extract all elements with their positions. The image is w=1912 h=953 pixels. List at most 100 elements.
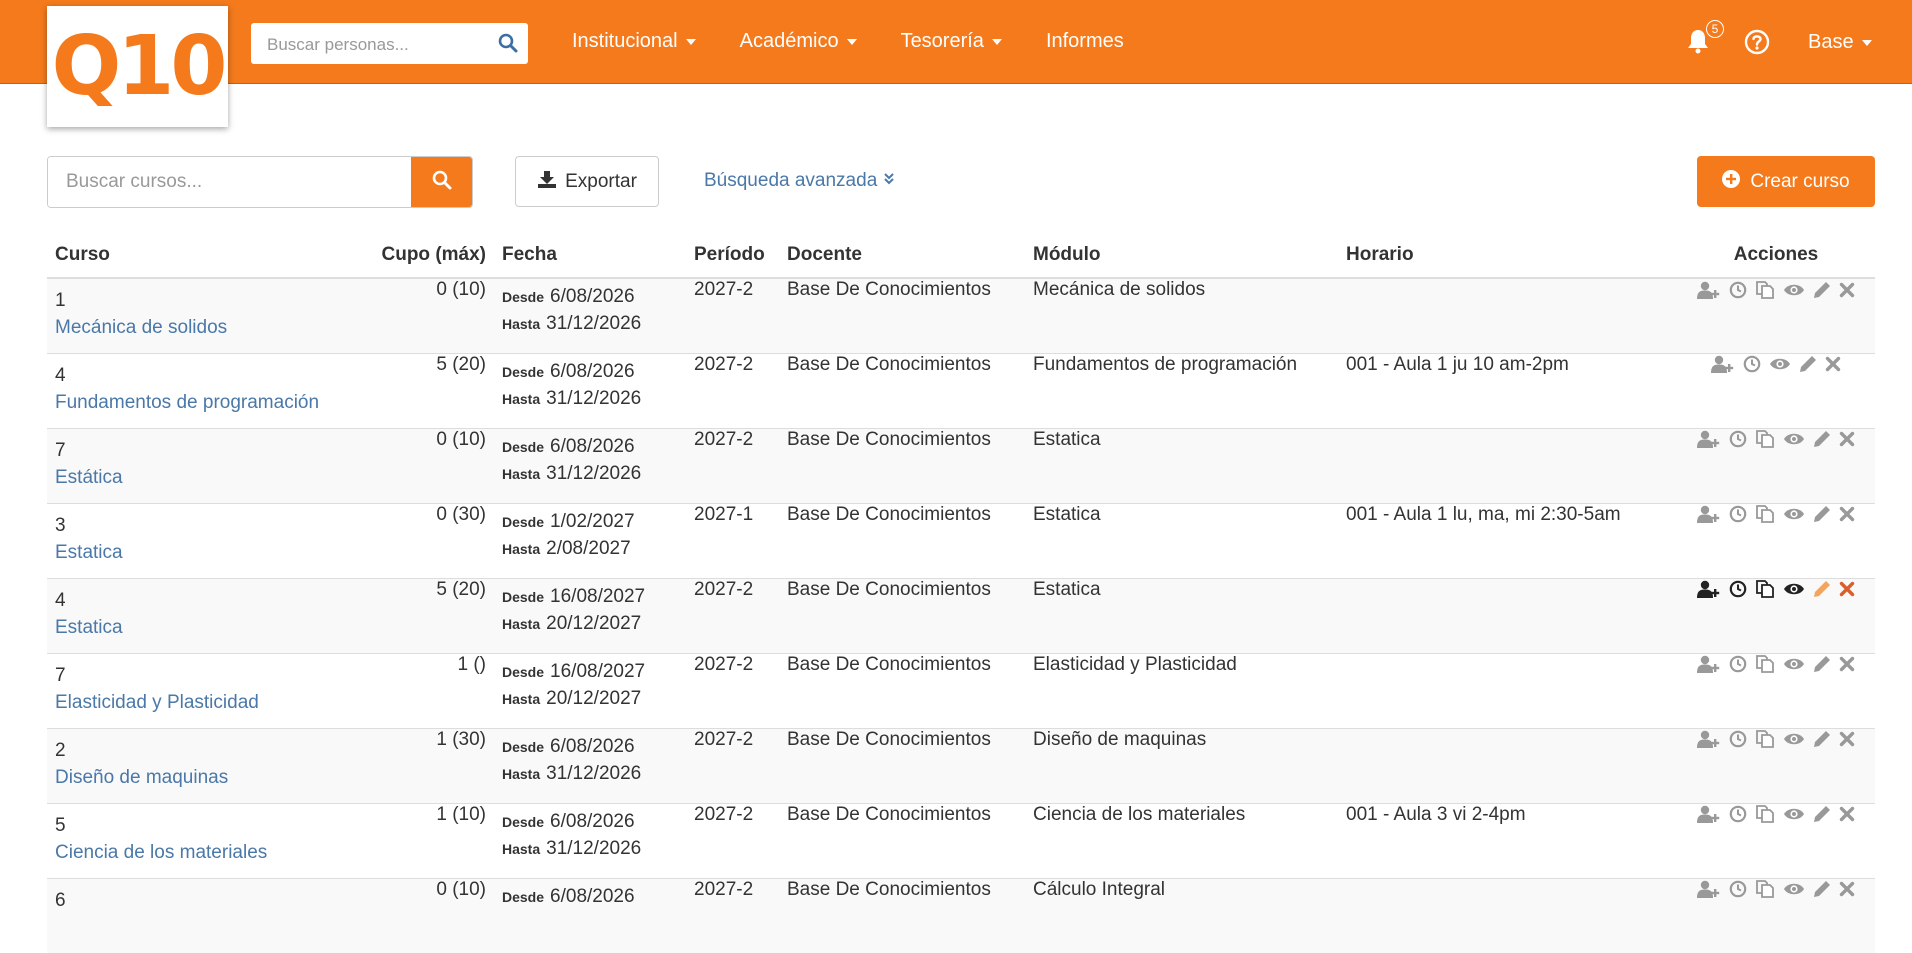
course-search-button[interactable]: [411, 157, 472, 207]
course-name-link[interactable]: Estatica: [55, 613, 338, 643]
nav-item-1[interactable]: Académico: [740, 30, 857, 53]
date-from-label: Desde: [502, 363, 545, 380]
column-header[interactable]: Período: [686, 232, 779, 279]
teacher-cell: Base De Conocimientos: [779, 802, 1025, 878]
date-cell: Desde 6/08/2026 Hasta 31/12/2026: [494, 427, 686, 503]
course-name-link[interactable]: Estática: [55, 463, 338, 493]
eye-icon[interactable]: [1769, 356, 1791, 372]
pencil-icon[interactable]: [1813, 281, 1831, 299]
column-header[interactable]: Fecha: [494, 232, 686, 279]
add-user-icon[interactable]: [1697, 580, 1721, 599]
eye-icon[interactable]: [1783, 581, 1805, 597]
add-user-icon[interactable]: [1697, 655, 1721, 674]
export-button[interactable]: Exportar: [515, 156, 659, 207]
notification-badge: 5: [1706, 20, 1724, 38]
column-header[interactable]: Cupo (máx): [346, 232, 494, 279]
column-header[interactable]: Módulo: [1025, 232, 1338, 279]
date-to: Hasta 20/12/2027: [502, 609, 678, 639]
copy-icon[interactable]: [1755, 879, 1775, 899]
delete-icon[interactable]: [1839, 581, 1855, 597]
table-row: 7 Estática 0 (10) Desde 6/08/2026 Hasta 31/12/…: [47, 427, 1875, 503]
clock-icon[interactable]: [1729, 580, 1747, 598]
course-number: 5: [55, 814, 66, 836]
copy-icon[interactable]: [1755, 429, 1775, 449]
course-name-link[interactable]: Mecánica de solidos: [55, 313, 338, 343]
add-user-icon[interactable]: [1711, 355, 1735, 374]
period-cell: 2027-2: [686, 802, 779, 878]
eye-icon[interactable]: [1783, 806, 1805, 822]
date-to: Hasta 31/12/2026: [502, 759, 678, 789]
delete-icon[interactable]: [1825, 356, 1841, 372]
date-from-value: 6/08/2026: [550, 435, 635, 457]
advanced-search-link[interactable]: Búsqueda avanzada: [704, 170, 895, 192]
eye-icon[interactable]: [1783, 282, 1805, 298]
delete-icon[interactable]: [1839, 881, 1855, 897]
teacher-cell: Base De Conocimientos: [779, 352, 1025, 428]
add-user-icon[interactable]: [1697, 505, 1721, 524]
pencil-icon[interactable]: [1813, 505, 1831, 523]
add-user-icon[interactable]: [1697, 730, 1721, 749]
nav-item-0[interactable]: Institucional: [572, 30, 696, 53]
date-to: Hasta 20/12/2027: [502, 684, 678, 714]
people-search-input[interactable]: [265, 23, 489, 66]
create-course-button[interactable]: Crear curso: [1697, 156, 1875, 207]
help-icon[interactable]: [1744, 29, 1770, 60]
chevron-down-icon: [685, 38, 696, 45]
cupo-cell: 1 (30): [346, 727, 494, 803]
delete-icon[interactable]: [1839, 656, 1855, 672]
eye-icon[interactable]: [1783, 881, 1805, 897]
pencil-icon[interactable]: [1799, 355, 1817, 373]
clock-icon[interactable]: [1729, 655, 1747, 673]
add-user-icon[interactable]: [1697, 430, 1721, 449]
clock-icon[interactable]: [1729, 505, 1747, 523]
clock-icon[interactable]: [1729, 430, 1747, 448]
column-header[interactable]: Docente: [779, 232, 1025, 279]
copy-icon[interactable]: [1755, 280, 1775, 300]
nav-item-3[interactable]: Informes: [1046, 30, 1124, 53]
delete-icon[interactable]: [1839, 731, 1855, 747]
course-name-link[interactable]: Elasticidad y Plasticidad: [55, 688, 338, 718]
course-name-link[interactable]: Ciencia de los materiales: [55, 838, 338, 868]
copy-icon[interactable]: [1755, 654, 1775, 674]
clock-icon[interactable]: [1729, 805, 1747, 823]
pencil-icon[interactable]: [1813, 730, 1831, 748]
eye-icon[interactable]: [1783, 731, 1805, 747]
nav-item-2[interactable]: Tesorería: [901, 30, 1002, 53]
copy-icon[interactable]: [1755, 504, 1775, 524]
column-header[interactable]: Curso: [47, 232, 346, 279]
add-user-icon[interactable]: [1697, 281, 1721, 299]
course-name-link[interactable]: Diseño de maquinas: [55, 763, 338, 793]
column-header[interactable]: Acciones: [1677, 232, 1875, 279]
course-name-link[interactable]: Estatica: [55, 538, 338, 568]
eye-icon[interactable]: [1783, 506, 1805, 522]
add-user-icon[interactable]: [1697, 880, 1721, 899]
clock-icon[interactable]: [1729, 281, 1747, 299]
course-name-link[interactable]: Fundamentos de programación: [55, 388, 338, 418]
copy-icon[interactable]: [1755, 729, 1775, 749]
delete-icon[interactable]: [1839, 431, 1855, 447]
pencil-icon[interactable]: [1813, 655, 1831, 673]
logo-text: Q10: [51, 18, 228, 114]
course-search-input[interactable]: [48, 157, 412, 207]
clock-icon[interactable]: [1729, 730, 1747, 748]
clock-icon[interactable]: [1729, 880, 1747, 898]
pencil-icon[interactable]: [1813, 880, 1831, 898]
delete-icon[interactable]: [1839, 806, 1855, 822]
date-from: Desde 6/08/2026: [502, 804, 678, 834]
q10-logo[interactable]: Q10: [47, 6, 228, 127]
delete-icon[interactable]: [1839, 506, 1855, 522]
add-user-icon[interactable]: [1697, 805, 1721, 824]
search-icon[interactable]: [498, 33, 518, 58]
eye-icon[interactable]: [1783, 656, 1805, 672]
schedule-cell: 001 - Aula 3 vi 2-4pm: [1338, 802, 1677, 878]
eye-icon[interactable]: [1783, 431, 1805, 447]
column-header[interactable]: Horario: [1338, 232, 1677, 279]
clock-icon[interactable]: [1743, 355, 1761, 373]
pencil-icon[interactable]: [1813, 580, 1831, 598]
user-menu[interactable]: Base: [1808, 31, 1872, 54]
copy-icon[interactable]: [1755, 579, 1775, 599]
copy-icon[interactable]: [1755, 804, 1775, 824]
pencil-icon[interactable]: [1813, 805, 1831, 823]
delete-icon[interactable]: [1839, 282, 1855, 298]
pencil-icon[interactable]: [1813, 430, 1831, 448]
